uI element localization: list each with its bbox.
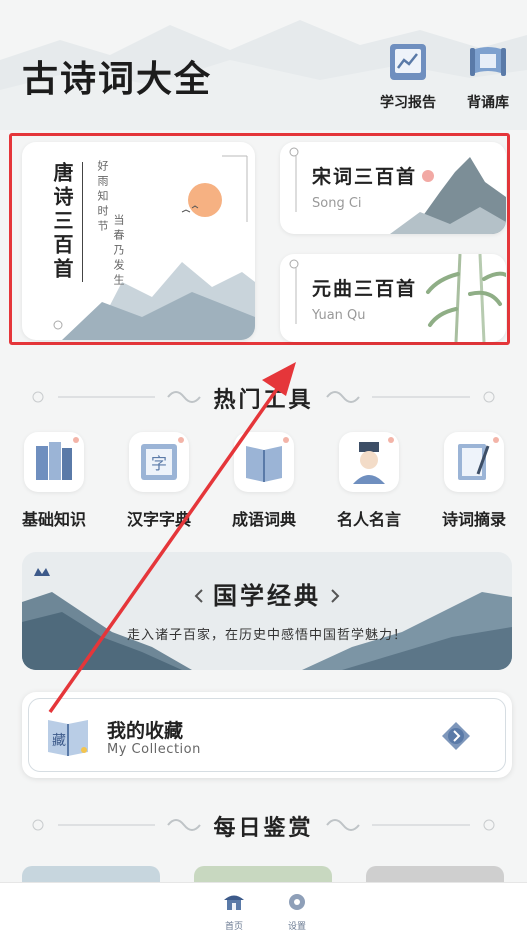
banner-subtitle: 走入诸子百家，在历史中感悟中国哲学魅力！	[126, 628, 407, 643]
idiom-book-icon	[246, 437, 289, 482]
nav-home[interactable]: 首页	[214, 891, 254, 932]
chevron-right-icon[interactable]	[440, 720, 472, 752]
collection-subtitle: My Collection	[107, 742, 201, 757]
tang-verse-line-2: 当春乃发生	[112, 214, 125, 289]
yuan-qu-card[interactable]: 元曲三百首 Yuan Qu	[280, 254, 506, 342]
tool-famous-quotes[interactable]: 名人名言	[319, 432, 419, 530]
tool-basic-knowledge-label: 基础知识	[21, 510, 86, 529]
yuan-qu-title: 元曲三百首	[312, 278, 418, 300]
scroll-icon	[470, 47, 506, 76]
song-ci-title: 宋词三百首	[312, 166, 418, 188]
books-icon	[36, 437, 79, 480]
recite-library-button[interactable]: 背诵库	[446, 42, 527, 112]
dictionary-icon: 字	[141, 437, 184, 480]
report-chart-icon	[390, 44, 426, 80]
nav-settings-label: 设置	[287, 922, 306, 932]
home-pavilion-icon	[224, 895, 244, 910]
yuan-qu-subtitle: Yuan Qu	[312, 308, 366, 323]
daily-appreciation-header: 每日鉴赏	[0, 810, 527, 841]
nav-home-label: 首页	[224, 922, 243, 932]
tool-basic-knowledge[interactable]: 基础知识	[4, 432, 104, 530]
tool-idiom-dictionary-label: 成语词典	[231, 510, 296, 529]
collection-book-icon: 藏	[48, 720, 88, 756]
collection-inner-border	[28, 698, 506, 772]
page-title: 古诗词大全	[22, 58, 213, 100]
banner-title: 国学经典	[213, 581, 321, 610]
tang-poems-card[interactable]: 唐诗三百首 好雨知时节 当春乃发生	[22, 142, 255, 340]
svg-text:字: 字	[151, 454, 167, 473]
nav-settings[interactable]: 设置	[277, 891, 317, 932]
song-ci-subtitle: Song Ci	[312, 196, 362, 211]
tool-character-dictionary-label: 汉字字典	[126, 510, 191, 529]
tool-idiom-dictionary[interactable]: 成语词典	[214, 432, 314, 530]
tool-character-dictionary[interactable]: 字 汉字字典	[109, 432, 209, 530]
gear-icon	[289, 894, 305, 910]
tang-verse-line-1: 好雨知时节	[96, 160, 109, 235]
daily-appreciation-title: 每日鉴赏	[213, 815, 314, 841]
tool-poem-excerpts-label: 诗词摘录	[441, 510, 506, 529]
collection-badge: 藏	[52, 733, 66, 749]
excerpt-brush-icon	[458, 437, 499, 480]
featured-collections-highlight: 唐诗三百首 好雨知时节 当春乃发生 宋词三百首 Song Ci 元曲三百首 Yu…	[9, 133, 510, 345]
banner-landscape-illustration	[22, 568, 512, 670]
collection-title: 我的收藏	[107, 720, 184, 742]
tang-divider	[82, 162, 83, 282]
bottom-navigation: 首页 设置	[0, 882, 527, 935]
tang-poems-title: 唐诗三百首	[50, 162, 74, 282]
hot-tools-title: 热门工具	[213, 387, 314, 413]
guoxue-classics-banner[interactable]: 国学经典 走入诸子百家，在历史中感悟中国哲学魅力！	[22, 552, 512, 670]
tool-famous-quotes-label: 名人名言	[336, 510, 401, 529]
song-ci-card[interactable]: 宋词三百首 Song Ci	[280, 142, 506, 234]
scholar-icon	[353, 437, 394, 484]
tool-poem-excerpts[interactable]: 诗词摘录	[424, 432, 524, 530]
recite-library-label: 背诵库	[467, 95, 509, 111]
my-collection-card[interactable]: 藏 我的收藏 My Collection	[22, 692, 512, 778]
hot-tools-header: 热门工具	[0, 382, 527, 413]
study-report-label: 学习报告	[380, 95, 436, 111]
study-report-button[interactable]: 学习报告	[366, 42, 450, 112]
crown-icon	[34, 568, 50, 576]
